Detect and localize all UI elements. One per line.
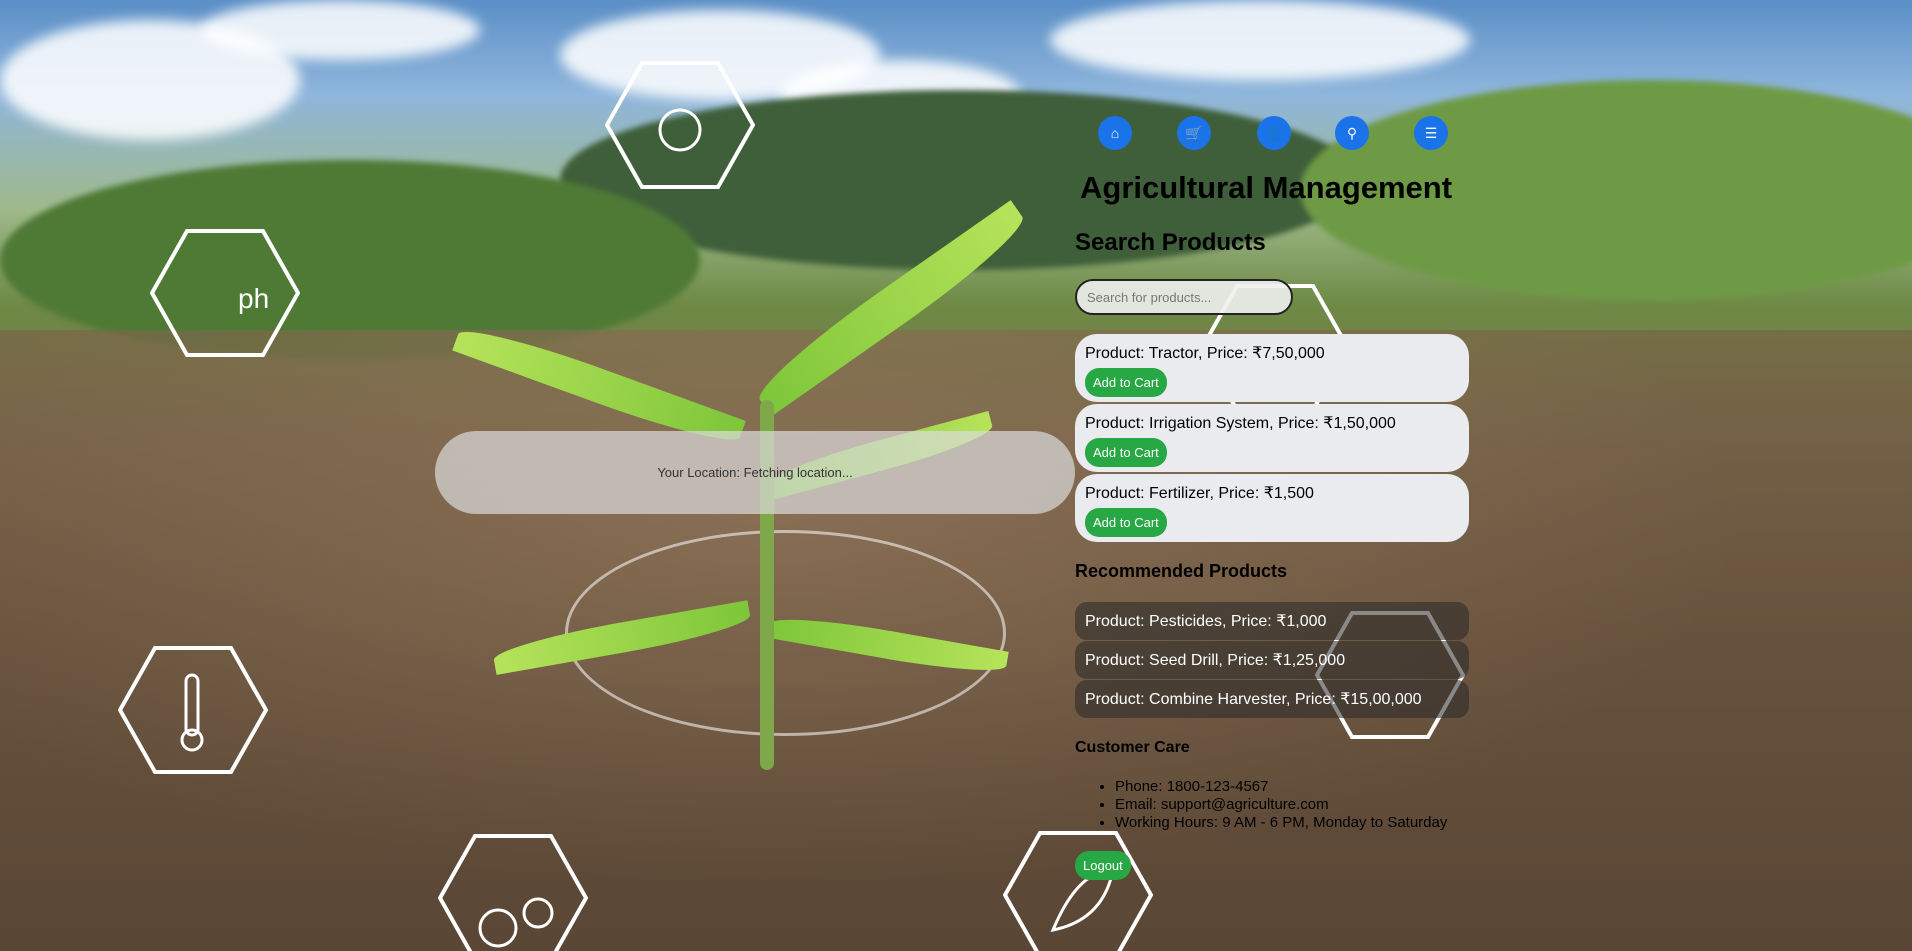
recommended-item: Product: Pesticides, Price: ₹1,000 <box>1075 602 1469 640</box>
product-label: Product: Fertilizer, Price: ₹1,500 <box>1085 485 1314 502</box>
cart-button[interactable]: 🛒 <box>1177 116 1211 150</box>
recommended-heading: Recommended Products <box>1075 561 1288 581</box>
profile-button[interactable]: 👤 <box>1257 116 1291 150</box>
svg-text:ph: ph <box>238 283 269 314</box>
home-button[interactable]: ⌂ <box>1098 116 1132 150</box>
product-card: Product: Tractor, Price: ₹7,50,000 Add t… <box>1075 334 1469 402</box>
add-to-cart-button[interactable]: Add to Cart <box>1085 368 1167 397</box>
care-phone: Phone: 1800-123-4567 <box>1115 778 1447 796</box>
add-to-cart-button[interactable]: Add to Cart <box>1085 438 1167 467</box>
ph-icon: ph <box>149 228 301 358</box>
sun-icon <box>604 60 756 190</box>
home-icon: ⌂ <box>1110 125 1120 141</box>
add-to-cart-button[interactable]: Add to Cart <box>1085 508 1167 537</box>
product-card: Product: Fertilizer, Price: ₹1,500 Add t… <box>1075 474 1469 542</box>
search-icon: ⚲ <box>1346 124 1358 141</box>
cart-icon: 🛒 <box>1185 124 1203 141</box>
logout-button[interactable]: Logout <box>1075 851 1131 880</box>
location-text: Your Location: Fetching location... <box>657 465 853 480</box>
product-label: Product: Tractor, Price: ₹7,50,000 <box>1085 345 1325 362</box>
top-nav: ⌂ 🛒 👤 ⚲ ☰ <box>1098 116 1448 150</box>
recommended-item: Product: Combine Harvester, Price: ₹15,0… <box>1075 680 1469 718</box>
customer-care-list: Phone: 1800-123-4567 Email: support@agri… <box>1075 778 1447 832</box>
product-card: Product: Irrigation System, Price: ₹1,50… <box>1075 404 1469 472</box>
product-label: Product: Irrigation System, Price: ₹1,50… <box>1085 415 1396 432</box>
npk-icon <box>437 833 589 951</box>
search-heading: Search Products <box>1075 229 1266 256</box>
care-email: Email: support@agriculture.com <box>1115 796 1447 814</box>
recommended-item: Product: Seed Drill, Price: ₹1,25,000 <box>1075 641 1469 679</box>
search-input[interactable] <box>1075 279 1293 315</box>
page-title: Agricultural Management <box>1080 170 1453 205</box>
search-button[interactable]: ⚲ <box>1335 116 1369 150</box>
customer-care-heading: Customer Care <box>1075 739 1190 756</box>
location-panel: Your Location: Fetching location... <box>435 431 1075 514</box>
care-hours: Working Hours: 9 AM - 6 PM, Monday to Sa… <box>1115 814 1447 832</box>
thermometer-icon <box>117 645 269 775</box>
user-icon: 👤 <box>1265 124 1283 141</box>
menu-button[interactable]: ☰ <box>1414 116 1448 150</box>
menu-icon: ☰ <box>1424 124 1438 141</box>
leaf-icon <box>1002 830 1154 951</box>
